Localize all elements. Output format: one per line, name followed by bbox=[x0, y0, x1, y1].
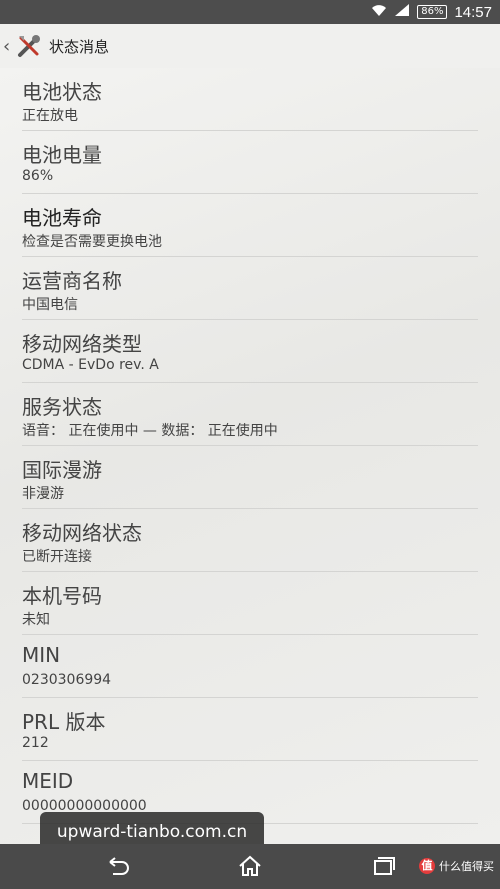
item-value: 0230306994 bbox=[22, 672, 112, 688]
list-item-battery-life[interactable]: 电池寿命 检查是否需要更换电池 bbox=[22, 194, 478, 257]
recent-apps-icon[interactable] bbox=[371, 854, 397, 878]
item-title: 电池电量 bbox=[22, 143, 102, 167]
clock: 14:57 bbox=[454, 3, 492, 21]
action-bar: ‹ 状态消息 bbox=[0, 24, 500, 68]
item-title: 运营商名称 bbox=[22, 269, 122, 293]
brand-watermark: 值 什么值得买 bbox=[419, 858, 494, 874]
back-icon[interactable] bbox=[104, 854, 130, 878]
item-value: 语音： 正在使用中 — 数据： 正在使用中 bbox=[22, 423, 278, 439]
list-item-network-type[interactable]: 移动网络类型 CDMA - EvDo rev. A bbox=[22, 320, 478, 383]
list-item-battery-status[interactable]: 电池状态 正在放电 bbox=[22, 68, 478, 131]
item-value: 未知 bbox=[22, 612, 50, 628]
item-title: 电池状态 bbox=[22, 80, 102, 104]
status-bar: 86% 14:57 bbox=[0, 0, 500, 24]
item-title: MIN bbox=[22, 643, 61, 667]
item-title: 电池寿命 bbox=[22, 206, 102, 230]
item-title: 国际漫游 bbox=[22, 458, 102, 482]
item-title: 本机号码 bbox=[22, 584, 102, 608]
item-value: 86% bbox=[22, 168, 54, 184]
list-item-service-state[interactable]: 服务状态 语音： 正在使用中 — 数据： 正在使用中 bbox=[22, 383, 478, 446]
list-item-battery-level[interactable]: 电池电量 86% bbox=[22, 131, 478, 194]
brand-logo-icon: 值 bbox=[419, 858, 435, 874]
back-chevron-icon[interactable]: ‹ bbox=[0, 36, 15, 57]
item-value: 检查是否需要更换电池 bbox=[22, 234, 162, 250]
signal-icon bbox=[394, 3, 410, 21]
settings-tools-icon[interactable] bbox=[15, 32, 43, 60]
navigation-bar: 值 什么值得买 bbox=[0, 844, 500, 889]
list-item-roaming[interactable]: 国际漫游 非漫游 bbox=[22, 446, 478, 509]
list-item-prl-version[interactable]: PRL 版本 212 bbox=[22, 698, 478, 761]
list-item-phone-number[interactable]: 本机号码 未知 bbox=[22, 572, 478, 635]
list-item-operator[interactable]: 运营商名称 中国电信 bbox=[22, 257, 478, 320]
item-title: MEID bbox=[22, 769, 74, 793]
item-title: 移动网络状态 bbox=[22, 521, 142, 545]
item-value: 已断开连接 bbox=[22, 549, 92, 565]
item-value: 中国电信 bbox=[22, 297, 78, 313]
item-value: 212 bbox=[22, 735, 49, 751]
item-title: 移动网络类型 bbox=[22, 332, 142, 356]
status-icons: 86% 14:57 bbox=[371, 3, 492, 21]
item-title: 服务状态 bbox=[22, 395, 102, 419]
home-icon[interactable] bbox=[237, 854, 263, 878]
status-list: 电池状态 正在放电 电池电量 86% 电池寿命 检查是否需要更换电池 运营商名称… bbox=[0, 68, 500, 844]
item-title: PRL 版本 bbox=[22, 710, 106, 734]
brand-name: 什么值得买 bbox=[439, 860, 494, 873]
battery-indicator: 86% bbox=[417, 5, 448, 19]
item-value: 正在放电 bbox=[22, 108, 78, 124]
item-value: CDMA - EvDo rev. A bbox=[22, 357, 159, 373]
list-item-min[interactable]: MIN 0230306994 bbox=[22, 635, 478, 698]
item-value: 非漫游 bbox=[22, 486, 64, 502]
list-item-network-state[interactable]: 移动网络状态 已断开连接 bbox=[22, 509, 478, 572]
wifi-icon bbox=[371, 3, 387, 21]
page-title: 状态消息 bbox=[49, 37, 110, 56]
